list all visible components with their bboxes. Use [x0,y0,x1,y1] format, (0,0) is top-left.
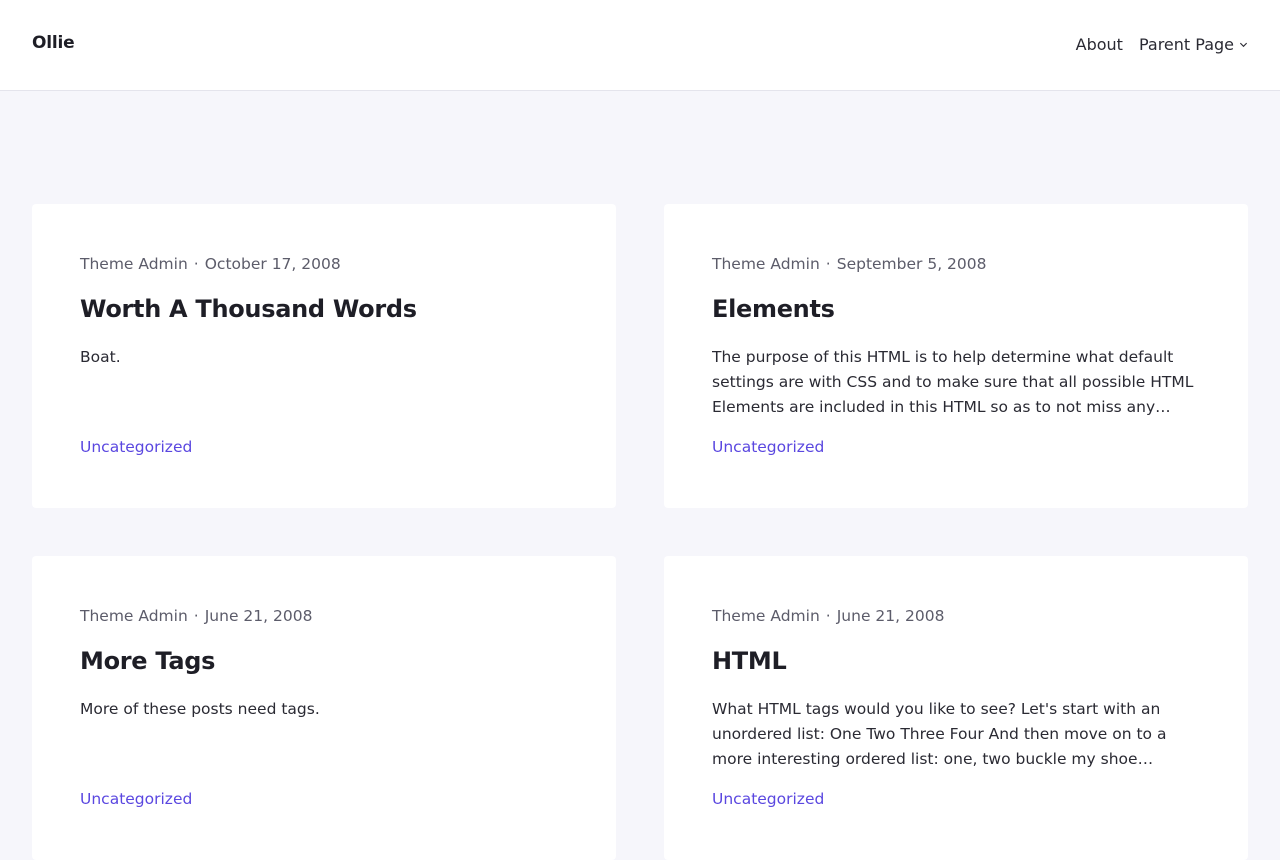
post-card: Theme Admin · June 21, 2008 HTML What HTML… [664,556,1248,860]
post-author[interactable]: Theme Admin [712,255,820,273]
nav-item-parent-page[interactable]: Parent Page [1139,35,1248,54]
post-excerpt: The purpose of this HTML is to help dete… [712,348,1194,416]
post-meta: Theme Admin · June 21, 2008 [80,607,312,625]
post-excerpt: Boat. [80,348,121,366]
main-navigation: About Parent Page [1076,35,1248,54]
meta-separator: · [193,255,199,273]
post-category[interactable]: Uncategorized [712,790,824,808]
post-meta: Theme Admin · June 21, 2008 [712,607,944,625]
post-category[interactable]: Uncategorized [80,438,192,456]
post-date[interactable]: June 21, 2008 [837,607,945,625]
post-date[interactable]: October 17, 2008 [205,255,341,273]
post-card: Theme Admin · September 5, 2008 Elements T… [664,204,1248,508]
post-category[interactable]: Uncategorized [712,438,824,456]
post-card: Theme Admin · October 17, 2008 Worth A Tho… [32,204,616,508]
site-title[interactable]: Ollie [32,33,75,53]
post-meta: Theme Admin · September 5, 2008 [712,255,987,273]
chevron-down-icon[interactable] [1239,40,1248,49]
post-date[interactable]: June 21, 2008 [205,607,313,625]
post-excerpt: More of these posts need tags. [80,700,320,718]
post-author[interactable]: Theme Admin [712,607,820,625]
post-author[interactable]: Theme Admin [80,255,188,273]
post-date[interactable]: September 5, 2008 [837,255,987,273]
post-card: Theme Admin · June 21, 2008 More Tags More… [32,556,616,860]
post-meta: Theme Admin · October 17, 2008 [80,255,341,273]
site-header: Ollie About Parent Page [0,0,1280,91]
post-category[interactable]: Uncategorized [80,790,192,808]
meta-separator: · [825,607,831,625]
meta-separator: · [825,255,831,273]
post-author[interactable]: Theme Admin [80,607,188,625]
post-title[interactable]: More Tags [80,647,215,675]
nav-item-about[interactable]: About [1076,35,1123,54]
nav-item-parent-page-label: Parent Page [1138,35,1234,54]
post-title[interactable]: HTML [712,647,787,675]
meta-separator: · [193,607,199,625]
post-excerpt: What HTML tags would you like to see? Le… [712,700,1167,768]
post-title[interactable]: Elements [712,295,835,323]
post-title[interactable]: Worth A Thousand Words [80,295,417,323]
